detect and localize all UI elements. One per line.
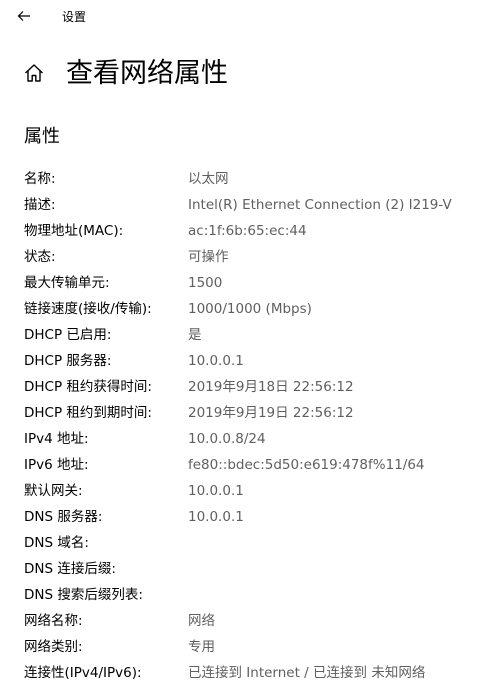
property-value: 10.0.0.1 xyxy=(188,509,244,525)
property-value: 2019年9月18日 22:56:12 xyxy=(188,379,354,395)
property-value: 专用 xyxy=(188,639,215,655)
property-value: fe80::bdec:5d50:e619:478f%11/64 xyxy=(188,457,425,473)
property-value: 2019年9月19日 22:56:12 xyxy=(188,405,354,421)
property-value: 10.0.0.8/24 xyxy=(188,431,266,447)
property-label: 最大传输单元: xyxy=(24,275,110,291)
window-title: 设置 xyxy=(62,10,87,24)
property-row: DHCP 已启用: 是 xyxy=(24,322,479,348)
property-label: 网络名称: xyxy=(24,613,83,629)
properties-list: 名称: 以太网描述: Intel(R) Ethernet Connection (2… xyxy=(24,166,479,686)
back-button[interactable] xyxy=(8,3,40,29)
property-label: DHCP 租约获得时间: xyxy=(24,379,152,395)
property-label: DHCP 租约到期时间: xyxy=(24,405,152,421)
page-header: 查看网络属性 xyxy=(0,52,485,96)
property-label: 默认网关: xyxy=(24,483,83,499)
property-label: DHCP 已启用: xyxy=(24,327,112,343)
property-row: DNS 域名: xyxy=(24,530,479,556)
property-row: DHCP 租约获得时间: 2019年9月18日 22:56:12 xyxy=(24,374,479,400)
property-row: IPv4 地址: 10.0.0.8/24 xyxy=(24,426,479,452)
property-row: 描述: Intel(R) Ethernet Connection (2) I219… xyxy=(24,192,479,218)
property-value: 是 xyxy=(188,327,202,343)
property-value: 网络 xyxy=(188,613,215,629)
property-label: DNS 服务器: xyxy=(24,509,103,525)
property-label: 状态: xyxy=(24,249,56,265)
property-label: 名称: xyxy=(24,171,56,187)
property-row: 网络类别: 专用 xyxy=(24,634,479,660)
property-value: 已连接到 Internet / 已连接到 未知网络 xyxy=(188,665,426,681)
property-value: 1000/1000 (Mbps) xyxy=(188,301,312,317)
property-label: 连接性(IPv4/IPv6): xyxy=(24,665,142,681)
property-label: IPv6 地址: xyxy=(24,457,89,473)
title-bar: 设置 xyxy=(0,0,485,32)
property-row: 链接速度(接收/传输): 1000/1000 (Mbps) xyxy=(24,296,479,322)
property-label: DNS 搜索后缀列表: xyxy=(24,587,143,603)
property-row: 状态: 可操作 xyxy=(24,244,479,270)
property-row: IPv6 地址: fe80::bdec:5d50:e619:478f%11/64 xyxy=(24,452,479,478)
property-row: DNS 连接后缀: xyxy=(24,556,479,582)
property-value: Intel(R) Ethernet Connection (2) I219-V xyxy=(188,197,452,213)
property-row: 最大传输单元: 1500 xyxy=(24,270,479,296)
property-label: 链接速度(接收/传输): xyxy=(24,301,152,317)
home-icon xyxy=(25,64,43,82)
property-label: 描述: xyxy=(24,197,56,213)
property-row: 网络名称: 网络 xyxy=(24,608,479,634)
property-row: 名称: 以太网 xyxy=(24,166,479,192)
property-row: DNS 搜索后缀列表: xyxy=(24,582,479,608)
property-row: DHCP 服务器: 10.0.0.1 xyxy=(24,348,479,374)
property-label: 物理地址(MAC): xyxy=(24,223,124,239)
property-label: IPv4 地址: xyxy=(24,431,89,447)
property-row: 默认网关: 10.0.0.1 xyxy=(24,478,479,504)
property-label: DNS 域名: xyxy=(24,535,89,551)
property-label: DNS 连接后缀: xyxy=(24,561,116,577)
property-row: 连接性(IPv4/IPv6): 已连接到 Internet / 已连接到 未知网络 xyxy=(24,660,479,686)
property-label: 网络类别: xyxy=(24,639,83,655)
property-value: ac:1f:6b:65:ec:44 xyxy=(188,223,307,239)
section-title: 属性 xyxy=(24,126,60,147)
property-value: 1500 xyxy=(188,275,223,291)
property-row: 物理地址(MAC): ac:1f:6b:65:ec:44 xyxy=(24,218,479,244)
property-row: DHCP 租约到期时间: 2019年9月19日 22:56:12 xyxy=(24,400,479,426)
property-value: 10.0.0.1 xyxy=(188,483,244,499)
property-row: DNS 服务器: 10.0.0.1 xyxy=(24,504,479,530)
property-value: 可操作 xyxy=(188,249,229,265)
property-label: DHCP 服务器: xyxy=(24,353,112,369)
property-value: 10.0.0.1 xyxy=(188,353,244,369)
page-title: 查看网络属性 xyxy=(66,58,228,89)
property-value: 以太网 xyxy=(188,171,229,187)
arrow-left-icon xyxy=(17,11,30,21)
